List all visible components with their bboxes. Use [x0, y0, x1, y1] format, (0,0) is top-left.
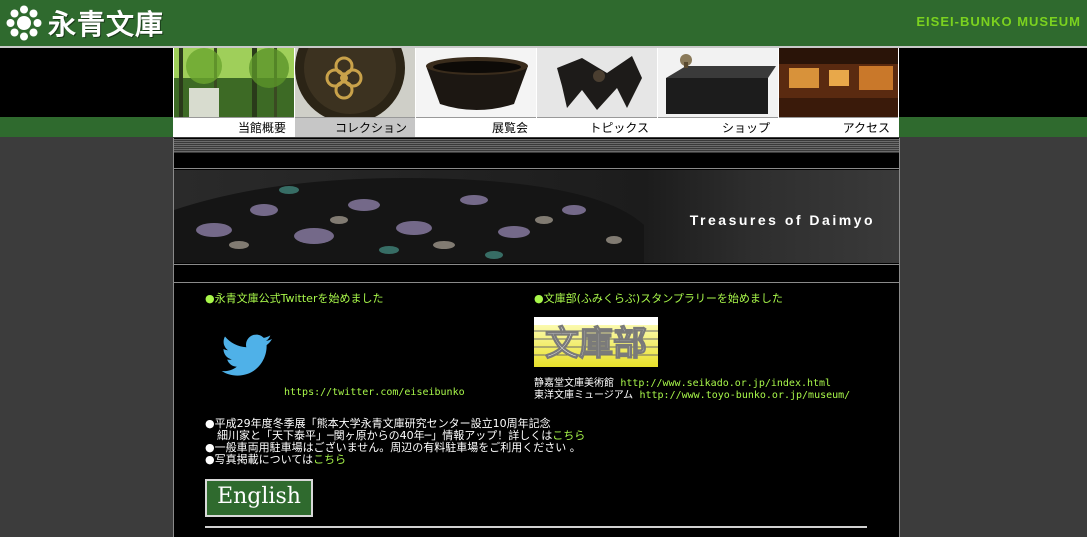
divider: [174, 264, 899, 265]
striped-band: [174, 139, 899, 153]
hero-banner: Treasures of Daimyo: [174, 170, 899, 263]
nav-label: 当館概要: [174, 117, 294, 137]
main-nav: 当館概要 コレクション 展覧会 トピックス ショップ アクセス: [173, 48, 900, 137]
lacquer-bowl-photo: [295, 48, 415, 117]
site-title: 永青文庫: [48, 8, 165, 41]
banner-caption: Treasures of Daimyo: [689, 212, 875, 228]
seikado-name: 静嘉堂文庫美術館: [534, 378, 614, 389]
nav-item-topics[interactable]: トピックス: [536, 48, 657, 137]
nav-label: コレクション: [295, 117, 415, 137]
notice-photo-policy: 写真掲載については: [214, 453, 314, 466]
toyo-bunko-url-link[interactable]: http://www.toyo-bunko.or.jp/museum/: [639, 390, 850, 401]
bullet-dot-icon: ●: [205, 417, 215, 430]
bunkobu-logo[interactable]: 文庫部: [534, 317, 658, 367]
nav-item-about[interactable]: 当館概要: [173, 48, 294, 137]
box-photo: [658, 48, 778, 117]
interior-photo: [779, 48, 898, 117]
partner-seikado: 静嘉堂文庫美術館 http://www.seikado.or.jp/index.…: [534, 378, 864, 390]
notice-item: ●写真掲載についてはこちら: [205, 454, 585, 466]
iron-sculpture-photo: [537, 48, 657, 117]
nav-label: アクセス: [779, 117, 898, 137]
photo-policy-link[interactable]: こちら: [313, 453, 346, 466]
nav-label: ショップ: [658, 117, 778, 137]
content-column: Treasures of Daimyo ●永青文庫公式Twitterを始めました…: [173, 138, 900, 537]
site-header: 永青文庫 EISEI-BUNKO MUSEUM: [0, 0, 1087, 46]
twitter-heading: 永青文庫公式Twitterを始めました: [214, 292, 384, 305]
notice-list: ●平成29年度冬季展「熊本大学永青文庫研究センター設立10周年記念 細川家と「天…: [205, 418, 585, 466]
twitter-bird-icon[interactable]: [217, 333, 273, 379]
stamp-rally-news-link[interactable]: ●文庫部(ふみくらぶ)スタンプラリーを始めました: [534, 292, 783, 305]
toyo-bunko-name: 東洋文庫ミュージアム: [534, 390, 634, 401]
twitter-url-link[interactable]: https://twitter.com/eiseibunko: [284, 387, 465, 398]
bunkobu-logo-text: 文庫部: [545, 324, 647, 364]
nav-label: トピックス: [537, 117, 657, 137]
bullet-dot-icon: ●: [205, 292, 215, 305]
nav-label: 展覧会: [416, 117, 536, 137]
divider: [174, 282, 899, 283]
english-site-title: EISEI-BUNKO MUSEUM: [916, 14, 1081, 29]
nav-item-access[interactable]: アクセス: [778, 48, 899, 137]
english-site-button[interactable]: English: [205, 479, 313, 517]
tea-bowl-photo: [416, 48, 536, 117]
partner-toyo-bunko: 東洋文庫ミュージアム http://www.toyo-bunko.or.jp/m…: [534, 390, 864, 402]
twitter-news-link[interactable]: ●永青文庫公式Twitterを始めました: [205, 292, 383, 305]
stamp-rally-heading: 文庫部(ふみくらぶ)スタンプラリーを始めました: [543, 292, 783, 305]
seikado-url-link[interactable]: http://www.seikado.or.jp/index.html: [620, 378, 831, 389]
bullet-dot-icon: ●: [534, 292, 544, 305]
divider: [174, 168, 899, 169]
partner-museum-links: 静嘉堂文庫美術館 http://www.seikado.or.jp/index.…: [534, 378, 864, 402]
site-logo[interactable]: 永青文庫: [6, 4, 164, 42]
divider: [205, 526, 867, 528]
nav-item-collection[interactable]: コレクション: [294, 48, 415, 137]
nav-item-shop[interactable]: ショップ: [657, 48, 778, 137]
forest-photo: [174, 48, 294, 117]
nine-circle-crest-icon: [6, 5, 42, 41]
nav-item-exhibitions[interactable]: 展覧会: [415, 48, 536, 137]
bullet-dot-icon: ●: [205, 453, 215, 466]
